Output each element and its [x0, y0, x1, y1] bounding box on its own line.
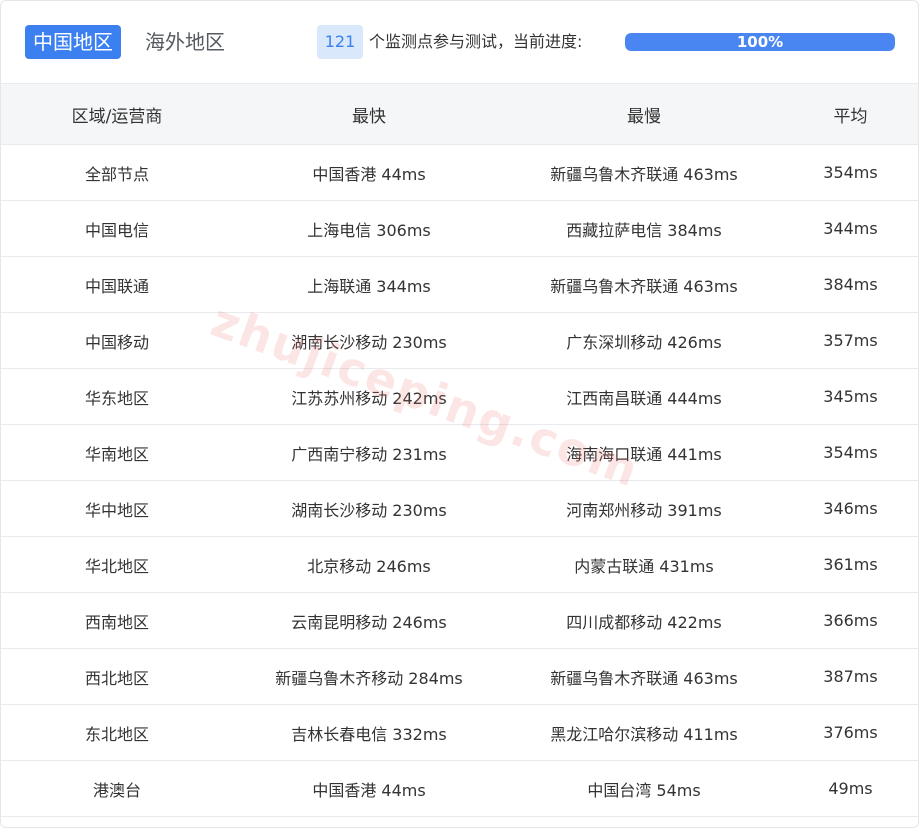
table-row: 西南地区 云南昆明移动 246ms 四川成都移动 422ms 366ms — [1, 592, 918, 649]
cell-slowest: 河南郑州移动 391ms — [505, 480, 783, 537]
table-row: 中国电信 上海电信 306ms 西藏拉萨电信 384ms 344ms — [1, 200, 918, 257]
header-slowest: 最慢 — [505, 84, 783, 145]
header-average: 平均 — [783, 84, 918, 145]
cell-region: 全部节点 — [1, 144, 233, 201]
cell-region: 华南地区 — [1, 424, 233, 481]
cell-fastest: 湖南长沙移动 230ms — [233, 312, 505, 369]
cell-region: 西北地区 — [1, 648, 233, 705]
cell-region: 东北地区 — [1, 704, 233, 761]
cell-slowest: 江西南昌联通 444ms — [505, 368, 783, 425]
cell-slowest: 中国台湾 54ms — [505, 760, 783, 817]
table-row: 华中地区 湖南长沙移动 230ms 河南郑州移动 391ms 346ms — [1, 480, 918, 537]
table-row: 华南地区 广西南宁移动 231ms 海南海口联通 441ms 354ms — [1, 424, 918, 481]
cell-region: 华中地区 — [1, 480, 233, 537]
cell-average: 376ms — [783, 704, 918, 761]
cell-average: 354ms — [783, 144, 918, 201]
cell-fastest: 中国香港 44ms — [233, 144, 505, 201]
cell-fastest: 北京移动 246ms — [233, 536, 505, 593]
cell-fastest: 吉林长春电信 332ms — [233, 704, 505, 761]
table-header-row: 区域/运营商 最快 最慢 平均 — [1, 84, 918, 145]
cell-average: 384ms — [783, 256, 918, 313]
cell-fastest: 新疆乌鲁木齐移动 284ms — [233, 648, 505, 705]
table-row: 华北地区 北京移动 246ms 内蒙古联通 431ms 361ms — [1, 536, 918, 593]
cell-region: 华东地区 — [1, 368, 233, 425]
cell-average: 344ms — [783, 200, 918, 257]
header-fastest: 最快 — [233, 84, 505, 145]
table-row: 中国联通 上海联通 344ms 新疆乌鲁木齐联通 463ms 384ms — [1, 256, 918, 313]
region-toolbar: 中国地区 海外地区 121 个监测点参与测试，当前进度: 100% — [1, 1, 918, 84]
table-row: 全部节点 中国香港 44ms 新疆乌鲁木齐联通 463ms 354ms — [1, 144, 918, 201]
cell-average: 357ms — [783, 312, 918, 369]
tab-china-region[interactable]: 中国地区 — [25, 25, 121, 59]
cell-slowest: 新疆乌鲁木齐联通 463ms — [505, 144, 783, 201]
table-row: 西北地区 新疆乌鲁木齐移动 284ms 新疆乌鲁木齐联通 463ms 387ms — [1, 648, 918, 705]
cell-region: 中国电信 — [1, 200, 233, 257]
cell-average: 387ms — [783, 648, 918, 705]
cell-fastest: 上海联通 344ms — [233, 256, 505, 313]
table-row: 华东地区 江苏苏州移动 242ms 江西南昌联通 444ms 345ms — [1, 368, 918, 425]
tab-overseas-region[interactable]: 海外地区 — [137, 25, 233, 59]
latency-table: 区域/运营商 最快 最慢 平均 全部节点 中国香港 44ms 新疆乌鲁木齐联通 46… — [1, 84, 918, 817]
table-body: 全部节点 中国香港 44ms 新疆乌鲁木齐联通 463ms 354ms 中国电信 上海电信… — [1, 144, 918, 817]
cell-fastest: 云南昆明移动 246ms — [233, 592, 505, 649]
speed-test-panel: 中国地区 海外地区 121 个监测点参与测试，当前进度: 100% 区域/运营商… — [0, 0, 919, 828]
cell-fastest: 湖南长沙移动 230ms — [233, 480, 505, 537]
cell-average: 354ms — [783, 424, 918, 481]
cell-average: 361ms — [783, 536, 918, 593]
cell-average: 346ms — [783, 480, 918, 537]
cell-slowest: 海南海口联通 441ms — [505, 424, 783, 481]
cell-average: 366ms — [783, 592, 918, 649]
progress-bar: 100% — [625, 33, 895, 51]
cell-slowest: 四川成都移动 422ms — [505, 592, 783, 649]
table-row: 中国移动 湖南长沙移动 230ms 广东深圳移动 426ms 357ms — [1, 312, 918, 369]
cell-region: 中国移动 — [1, 312, 233, 369]
cell-fastest: 广西南宁移动 231ms — [233, 424, 505, 481]
cell-region: 西南地区 — [1, 592, 233, 649]
cell-fastest: 上海电信 306ms — [233, 200, 505, 257]
cell-fastest: 江苏苏州移动 242ms — [233, 368, 505, 425]
cell-slowest: 新疆乌鲁木齐联通 463ms — [505, 256, 783, 313]
header-region-carrier: 区域/运营商 — [1, 84, 233, 145]
cell-fastest: 中国香港 44ms — [233, 760, 505, 817]
table-row: 东北地区 吉林长春电信 332ms 黑龙江哈尔滨移动 411ms 376ms — [1, 704, 918, 761]
progress-label: 个监测点参与测试，当前进度: — [369, 32, 583, 51]
cell-slowest: 黑龙江哈尔滨移动 411ms — [505, 704, 783, 761]
progress-percent-text: 100% — [736, 33, 784, 51]
cell-slowest: 西藏拉萨电信 384ms — [505, 200, 783, 257]
cell-average: 345ms — [783, 368, 918, 425]
cell-region: 中国联通 — [1, 256, 233, 313]
cell-region: 港澳台 — [1, 760, 233, 817]
table-row: 港澳台 中国香港 44ms 中国台湾 54ms 49ms — [1, 760, 918, 817]
cell-average: 49ms — [783, 760, 918, 817]
cell-region: 华北地区 — [1, 536, 233, 593]
cell-slowest: 广东深圳移动 426ms — [505, 312, 783, 369]
cell-slowest: 内蒙古联通 431ms — [505, 536, 783, 593]
node-count-badge: 121 — [317, 25, 363, 59]
cell-slowest: 新疆乌鲁木齐联通 463ms — [505, 648, 783, 705]
